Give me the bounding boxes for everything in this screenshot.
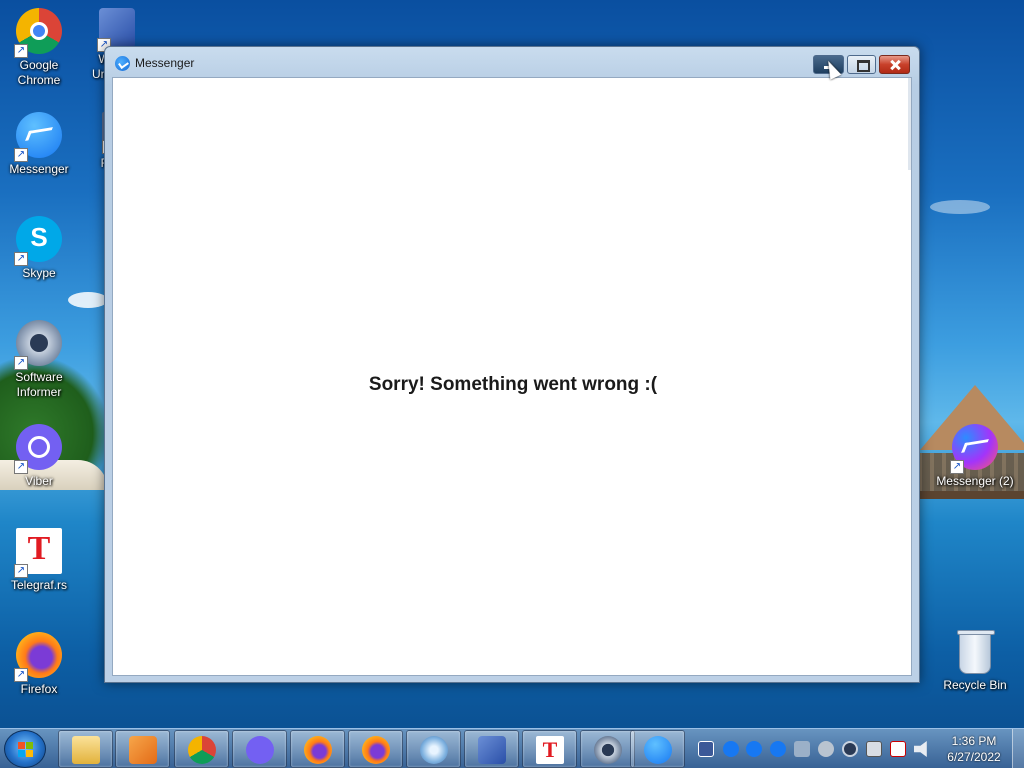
desktop-icon-messenger[interactable]: ↗ Messenger (0, 112, 78, 177)
software-informer-icon: ↗ (14, 320, 62, 370)
taskbar-firefox-2[interactable] (348, 730, 403, 768)
desktop-icon-skype[interactable]: S ↗ Skype (0, 216, 78, 281)
skype-icon: S ↗ (14, 216, 62, 266)
close-button[interactable] (879, 55, 910, 74)
desktop-icon-label: Viber (25, 474, 53, 488)
desktop-icon-label: Telegraf.rs (10, 578, 68, 592)
window-titlebar[interactable]: Messenger (105, 47, 919, 77)
cloud (930, 200, 990, 214)
messenger-tray-icon[interactable] (723, 741, 739, 757)
viber-icon (246, 736, 274, 764)
desktop-icon-label: Google Chrome (17, 58, 61, 87)
window-content: Sorry! Something went wrong :( (112, 77, 912, 676)
messenger-window: Messenger Sorry! Something went wrong :( (104, 46, 920, 683)
clock[interactable]: 1:36 PM 6/27/2022 (940, 733, 1008, 765)
media-player-icon (129, 736, 157, 764)
taskbar-explorer[interactable] (58, 730, 113, 768)
clock-date: 6/27/2022 (947, 750, 1001, 764)
window-title: Messenger (135, 56, 195, 70)
firefox-icon (362, 736, 390, 764)
display-icon[interactable] (866, 741, 882, 757)
taskbar-chrome[interactable] (174, 730, 229, 768)
desktop-icon-firefox[interactable]: ↗ Firefox (0, 632, 78, 697)
taskbar-media-player[interactable] (115, 730, 170, 768)
taskbar-messenger[interactable] (630, 730, 685, 768)
desktop-icon-recycle-bin[interactable]: Recycle Bin (936, 630, 1014, 693)
network-icon[interactable] (794, 741, 810, 757)
start-button[interactable] (4, 730, 46, 768)
taskbar-media-center[interactable] (406, 730, 461, 768)
scrollbar[interactable] (908, 78, 911, 170)
taskbar-viber[interactable] (232, 730, 287, 768)
chrome-icon: ↗ (14, 8, 62, 58)
chrome-icon (188, 736, 216, 764)
software-informer-icon (594, 736, 622, 764)
messenger-icon: ↗ (14, 112, 62, 162)
desktop-icon-software-informer[interactable]: ↗ Software Informer (0, 320, 78, 400)
desktop-icon-label: Skype (22, 266, 56, 280)
facebook-icon[interactable] (698, 741, 714, 757)
telegraf-icon: T (536, 736, 564, 764)
desktop-icon-label: Messenger (9, 162, 69, 176)
messenger-icon: ↗ (950, 424, 998, 474)
clock-time: 1:36 PM (951, 734, 997, 748)
show-desktop-button[interactable] (1012, 729, 1024, 768)
messenger-icon (115, 56, 130, 71)
desktop-icon-viber[interactable]: ↗ Viber (0, 424, 78, 489)
winzip-icon: ↗ (97, 8, 135, 52)
messenger-tray-icon[interactable] (746, 741, 762, 757)
firefox-icon (304, 736, 332, 764)
desktop-icon-label: Messenger (2) (936, 474, 1014, 488)
taskbar-software-informer[interactable] (580, 730, 635, 768)
action-center-alert-icon[interactable] (890, 741, 906, 757)
messenger-tray-icon[interactable] (770, 741, 786, 757)
software-informer-tray-icon[interactable] (842, 741, 858, 757)
firefox-icon: ↗ (14, 632, 62, 682)
telegraf-icon: T ↗ (14, 528, 62, 578)
desktop-icon-chrome[interactable]: ↗ Google Chrome (0, 8, 78, 88)
taskbar-telegraf[interactable]: T (522, 730, 577, 768)
desktop-icon-label: Recycle Bin (943, 678, 1007, 692)
taskbar: T 1:36 PM 6/27/2022 (0, 728, 1024, 768)
winzip-icon (478, 736, 506, 764)
maximize-button[interactable] (847, 55, 876, 74)
desktop-icon-label: Firefox (20, 682, 58, 696)
skype-tray-icon[interactable] (818, 741, 834, 757)
media-center-icon (420, 736, 448, 764)
desktop-icon-telegraf[interactable]: T ↗ Telegraf.rs (0, 528, 78, 593)
viber-icon: ↗ (14, 424, 62, 474)
messenger-icon (644, 736, 672, 764)
folder-icon (72, 736, 100, 764)
volume-icon[interactable] (914, 741, 927, 757)
cloud (68, 292, 108, 308)
system-tray (688, 729, 938, 768)
desktop-icon-messenger-2[interactable]: ↗ Messenger (2) (936, 424, 1014, 489)
error-message: Sorry! Something went wrong :( (368, 374, 658, 395)
desktop-icon-label: Software Informer (15, 370, 63, 399)
taskbar-firefox[interactable] (290, 730, 345, 768)
windows-logo-icon (18, 742, 34, 758)
taskbar-winzip[interactable] (464, 730, 519, 768)
recycle-bin-icon (957, 630, 995, 674)
